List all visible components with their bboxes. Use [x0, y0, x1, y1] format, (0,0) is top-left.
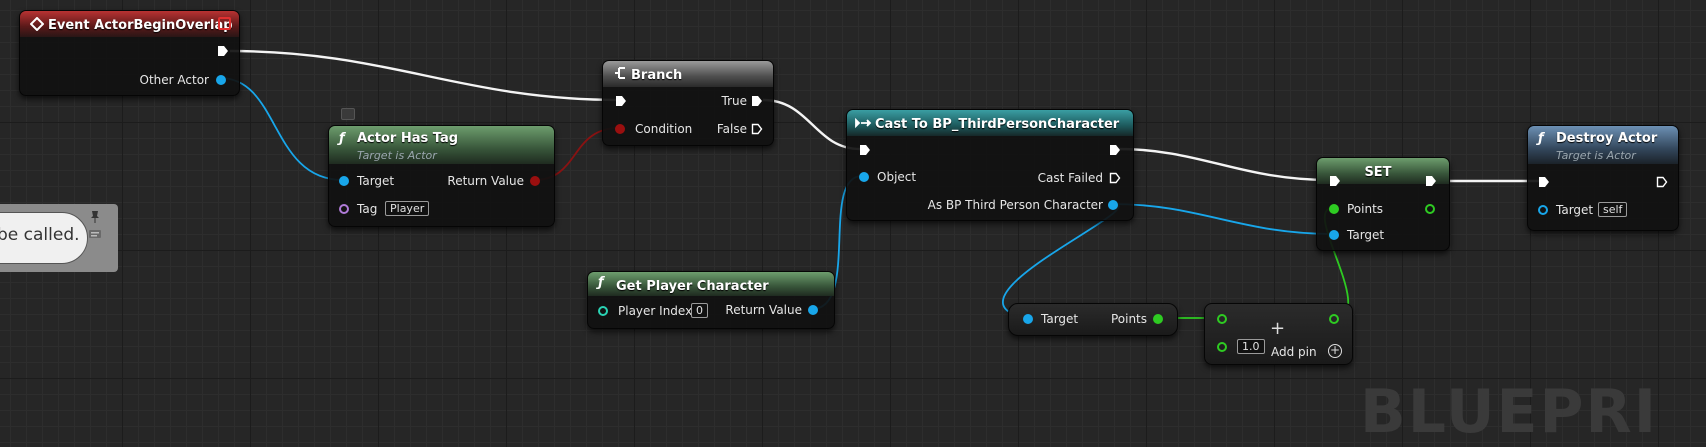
target-pin[interactable] [339, 176, 349, 186]
pin-label-false: False [716, 122, 747, 136]
add-float-node[interactable]: + 1.0 Add pin + [1204, 303, 1353, 365]
return-value-pin[interactable] [530, 176, 540, 186]
add-input-b-value[interactable]: 1.0 [1237, 339, 1265, 354]
as-bp-third-person-pin[interactable] [1108, 200, 1118, 210]
node-header[interactable]: Event ActorBeginOverlap [20, 11, 239, 37]
pin-label-condition: Condition [635, 122, 693, 136]
pin-label-points: Points [1110, 312, 1147, 326]
pin-label-player-index: Player Index [618, 304, 693, 318]
condition-pin[interactable] [615, 124, 625, 134]
pin-label-as-bp-third-person: As BP Third Person Character [927, 198, 1103, 212]
node-header[interactable]: ƒ Get Player Character [588, 272, 834, 296]
node-title: Get Player Character [616, 279, 769, 294]
return-value-pin[interactable] [808, 305, 818, 315]
pin-label-object: Object [877, 170, 917, 184]
pin-label-points: Points [1347, 202, 1384, 216]
exec-in-pin[interactable] [859, 144, 871, 156]
player-index-input[interactable]: 0 [691, 303, 708, 318]
object-pin[interactable] [859, 172, 869, 182]
comment-box[interactable]: be called. . [0, 204, 118, 272]
wire-asbp-getter-target[interactable] [1002, 203, 1120, 319]
node-title: Cast To BP_ThirdPersonCharacter [875, 117, 1120, 132]
node-header[interactable]: Branch [603, 61, 773, 87]
exec-cast-failed-pin[interactable] [1109, 172, 1121, 184]
add-input-b-pin[interactable] [1217, 342, 1227, 352]
branch-node[interactable]: Branch True Condition False [602, 60, 774, 146]
comment-text: be called. [0, 225, 80, 245]
pin-label-other-actor: Other Actor [139, 73, 209, 87]
exec-true-pin[interactable] [751, 95, 763, 107]
delegate-square-icon[interactable] [218, 17, 231, 30]
node-header[interactable]: ƒ Actor Has Tag Target is Actor [329, 126, 554, 164]
target-pin[interactable] [1023, 314, 1033, 324]
destroy-actor-node[interactable]: ƒ Destroy Actor Target is Actor Target s… [1527, 125, 1679, 231]
tag-input[interactable]: Player [385, 201, 430, 216]
add-input-a-pin[interactable] [1217, 314, 1227, 324]
points-out-pin[interactable] [1425, 204, 1435, 214]
get-player-character-node[interactable]: ƒ Get Player Character Player Index 0 Re… [587, 271, 835, 329]
points-pin[interactable] [1153, 314, 1163, 324]
node-title: Branch [631, 68, 683, 83]
node-title: Destroy Actor [1556, 131, 1658, 146]
branch-icon [615, 67, 625, 79]
node-header[interactable]: Cast To BP_ThirdPersonCharacter [847, 110, 1133, 136]
event-actor-begin-overlap-node[interactable]: Event ActorBeginOverlap Other Actor [19, 10, 240, 96]
exec-out-pin[interactable] [1656, 176, 1668, 188]
pin-label-return-value: Return Value [447, 174, 524, 188]
exec-out-pin[interactable] [1425, 175, 1437, 187]
function-icon: ƒ [339, 131, 345, 146]
exec-in-pin[interactable] [1329, 175, 1341, 187]
target-pin[interactable] [1538, 205, 1548, 215]
set-points-node[interactable]: SET Points Target [1316, 157, 1450, 251]
pin-label-target: Target [1041, 312, 1079, 326]
add-pin-label: Add pin [1271, 345, 1317, 359]
comment-trailing: . [0, 247, 1, 261]
exec-false-pin[interactable] [751, 123, 763, 135]
exec-in-pin[interactable] [615, 95, 627, 107]
tag-pin[interactable] [339, 204, 349, 214]
points-in-pin[interactable] [1329, 204, 1339, 214]
pin-label-return-value: Return Value [725, 303, 802, 317]
wire-asbp-set-target[interactable] [1111, 203, 1334, 235]
node-title: Actor Has Tag [357, 131, 459, 146]
cast-to-bp-third-person-node[interactable]: Cast To BP_ThirdPersonCharacter Object C… [846, 109, 1134, 221]
pin-label-target: Target [1556, 203, 1594, 217]
node-title: SET [1364, 165, 1392, 180]
pin-label-target: Target [1347, 228, 1385, 242]
target-pin[interactable] [1329, 230, 1339, 240]
points-getter-node[interactable]: Target Points [1008, 303, 1178, 336]
node-collapse-icon[interactable] [341, 108, 355, 120]
node-subtitle: Target is Actor [357, 149, 437, 162]
comment-expand-icon[interactable] [88, 228, 102, 240]
actor-has-tag-node[interactable]: ƒ Actor Has Tag Target is Actor Target R… [328, 108, 555, 227]
target-self-input[interactable]: self [1598, 202, 1628, 217]
exec-out-pin[interactable] [1109, 144, 1121, 156]
other-actor-pin[interactable] [216, 75, 226, 85]
node-header[interactable]: ƒ Destroy Actor Target is Actor [1528, 126, 1678, 164]
add-output-pin[interactable] [1329, 314, 1339, 324]
function-icon: ƒ [1538, 131, 1544, 146]
node-title: Event ActorBeginOverlap [48, 18, 233, 33]
function-icon: ƒ [598, 275, 604, 290]
add-symbol: + [1270, 318, 1286, 339]
exec-wire-event-branch[interactable] [229, 49, 621, 102]
comment-bubble[interactable]: be called. . [0, 212, 88, 264]
pin-label-target: Target [357, 174, 395, 188]
exec-wire-cast-set[interactable] [1117, 147, 1331, 182]
player-index-pin[interactable] [598, 306, 608, 316]
node-subtitle: Target is Actor [1556, 149, 1636, 162]
pin-label-true: True [721, 94, 748, 108]
add-pin-icon[interactable]: + [1328, 344, 1342, 358]
exec-out-pin[interactable] [217, 45, 229, 57]
pin-icon[interactable] [88, 210, 102, 224]
event-diamond-icon [30, 17, 44, 31]
exec-in-pin[interactable] [1538, 176, 1550, 188]
blueprint-watermark: BLUEPRI [1360, 377, 1659, 447]
pin-label-cast-failed: Cast Failed [1037, 171, 1103, 185]
pin-label-tag: Tag [357, 202, 378, 216]
cast-arrow-icon [855, 117, 872, 129]
